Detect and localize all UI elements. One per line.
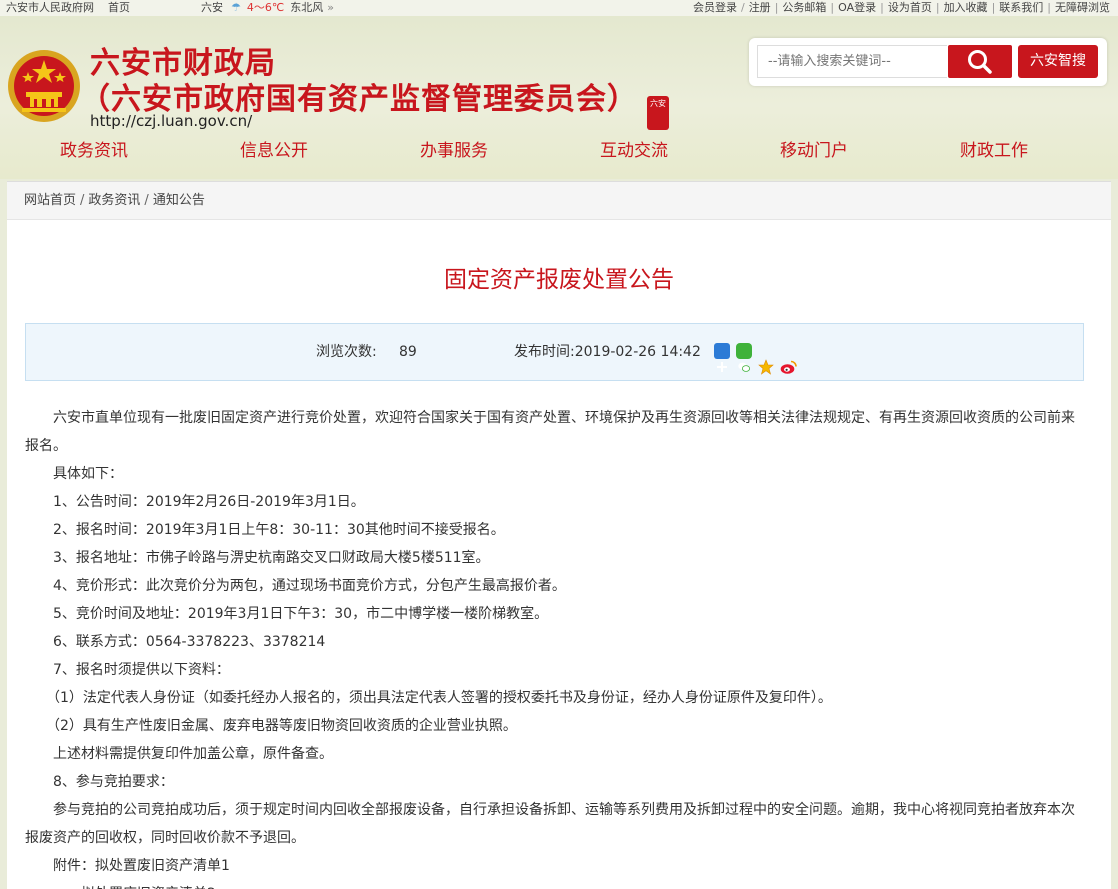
paragraph: 6、联系方式：0564-3378223、3378214 — [25, 634, 326, 650]
seal-stamp-icon: 六安 — [647, 96, 669, 130]
nav-item-finance[interactable]: 财政工作 — [960, 136, 1028, 161]
breadcrumb-home[interactable]: 网站首页 — [24, 193, 76, 208]
link-accessibility[interactable]: 无障碍浏览 — [1055, 1, 1110, 14]
national-emblem-icon — [6, 46, 82, 126]
paragraph: 具体如下： — [25, 466, 123, 482]
nav-item-mobile[interactable]: 移动门户 — [780, 136, 848, 161]
paragraph: （1）法定代表人身份证（如委托经办人报名的，须出具法定代表人签署的授权委托书及身… — [25, 690, 832, 706]
site-url: http://czj.luan.gov.cn/ — [90, 112, 253, 130]
top-links-left: 六安市人民政府网 首页 — [6, 0, 144, 15]
breadcrumb: 网站首页 / 政务资讯 / 通知公告 — [7, 182, 1111, 220]
paragraph: 1、公告时间：2019年2月26日-2019年3月1日。 — [25, 494, 365, 510]
qzone-star-icon[interactable] — [758, 343, 774, 375]
link-add-favorite[interactable]: 加入收藏 — [944, 1, 988, 14]
search-box: 六安智搜 — [749, 38, 1107, 86]
content-panel: 网站首页 / 政务资讯 / 通知公告 固定资产报废处置公告 浏览次数: 89 发布时间:… — [7, 181, 1111, 889]
smart-search-button[interactable]: 六安智搜 — [1018, 45, 1098, 78]
search-icon — [968, 50, 992, 74]
link-gov-portal[interactable]: 六安市人民政府网 — [6, 1, 94, 14]
paragraph: 5、竞价时间及地址：2019年3月1日下午3：30，市二中博学楼一楼阶梯教室。 — [25, 606, 549, 622]
paragraph: 4、竞价形式：此次竞价分为两包，通过现场书面竞价方式，分包产生最高报价者。 — [25, 578, 566, 594]
paragraph: 六安市直单位现有一批废旧固定资产进行竞价处置，欢迎符合国家关于国有资产处置、环境… — [25, 410, 1075, 454]
top-bar: 六安市人民政府网 首页 六安 ☂ 4～6℃ 东北风» 会员登录 / 注册 | 公务邮箱 | OA登录… — [0, 0, 1118, 16]
link-register[interactable]: 注册 — [749, 1, 771, 14]
weibo-icon[interactable] — [780, 343, 797, 374]
main-nav: 政务资讯 信息公开 办事服务 互动交流 移动门户 财政工作 — [0, 136, 1118, 170]
nav-item-interaction[interactable]: 互动交流 — [600, 136, 668, 161]
attachment-link-2[interactable]: 拟处置废旧资产清单2 — [25, 880, 1087, 889]
article-title: 固定资产报废处置公告 — [444, 267, 674, 293]
paragraph: 7、报名时须提供以下资料： — [25, 662, 230, 678]
top-links-right: 会员登录 / 注册 | 公务邮箱 | OA登录 | 设为首页 | 加入收藏 | 联系我们 | 无障碍浏览 — [692, 1, 1110, 14]
nav-item-services[interactable]: 办事服务 — [420, 136, 488, 161]
share-plus-icon[interactable] — [714, 343, 730, 372]
link-contact[interactable]: 联系我们 — [999, 1, 1043, 14]
weather-wind: 东北风 — [290, 1, 324, 14]
link-mail[interactable]: 公务邮箱 — [782, 1, 826, 14]
publish-date: 发布时间:2019-02-26 14:42 — [514, 344, 701, 360]
paragraph: 参与竞拍的公司竞拍成功后，须于规定时间内回收全部报废设备，自行承担设备拆卸、运输… — [25, 802, 1075, 846]
article-body: 六安市直单位现有一批废旧固定资产进行竞价处置，欢迎符合国家关于国有资产处置、环境… — [25, 404, 1087, 889]
site-header: 六安市财政局 （六安市政府国有资产监督管理委员会） http://czj.lua… — [0, 16, 1118, 179]
nav-item-news[interactable]: 政务资讯 — [60, 136, 128, 161]
search-input[interactable] — [757, 45, 947, 78]
paragraph: 3、报名地址：市佛子岭路与淠史杭南路交叉口财政局大楼5楼511室。 — [25, 550, 490, 566]
attachment-link-1[interactable]: 附件：拟处置废旧资产清单1 — [25, 852, 1087, 880]
view-count: 浏览次数: 89 — [316, 344, 417, 360]
rain-icon: ☂ — [231, 1, 241, 14]
breadcrumb-notices[interactable]: 通知公告 — [153, 193, 205, 208]
wechat-icon[interactable] — [736, 343, 752, 372]
search-button[interactable] — [948, 45, 1012, 78]
weather-temp: 4～6℃ — [246, 1, 285, 14]
link-oa-login[interactable]: OA登录 — [838, 1, 876, 14]
weather-widget: 六安 ☂ 4～6℃ 东北风» — [201, 0, 334, 15]
link-home[interactable]: 首页 — [108, 1, 130, 14]
paragraph: 2、报名时间：2019年3月1日上午8：30-11：30其他时间不接受报名。 — [25, 522, 505, 538]
weather-more-icon[interactable]: » — [327, 1, 334, 14]
paragraph: 上述材料需提供复印件加盖公章，原件备查。 — [25, 746, 333, 762]
article-meta: 浏览次数: 89 发布时间:2019-02-26 14:42 — [25, 323, 1084, 381]
breadcrumb-news[interactable]: 政务资讯 — [88, 193, 140, 208]
paragraph: 8、参与竞拍要求： — [25, 774, 174, 790]
weather-city: 六安 — [201, 1, 223, 14]
link-member-login[interactable]: 会员登录 — [693, 1, 737, 14]
paragraph: （2）具有生产性废旧金属、废弃电器等废旧物资回收资质的企业营业执照。 — [25, 718, 517, 734]
link-set-home[interactable]: 设为首页 — [888, 1, 932, 14]
nav-item-disclosure[interactable]: 信息公开 — [240, 136, 308, 161]
